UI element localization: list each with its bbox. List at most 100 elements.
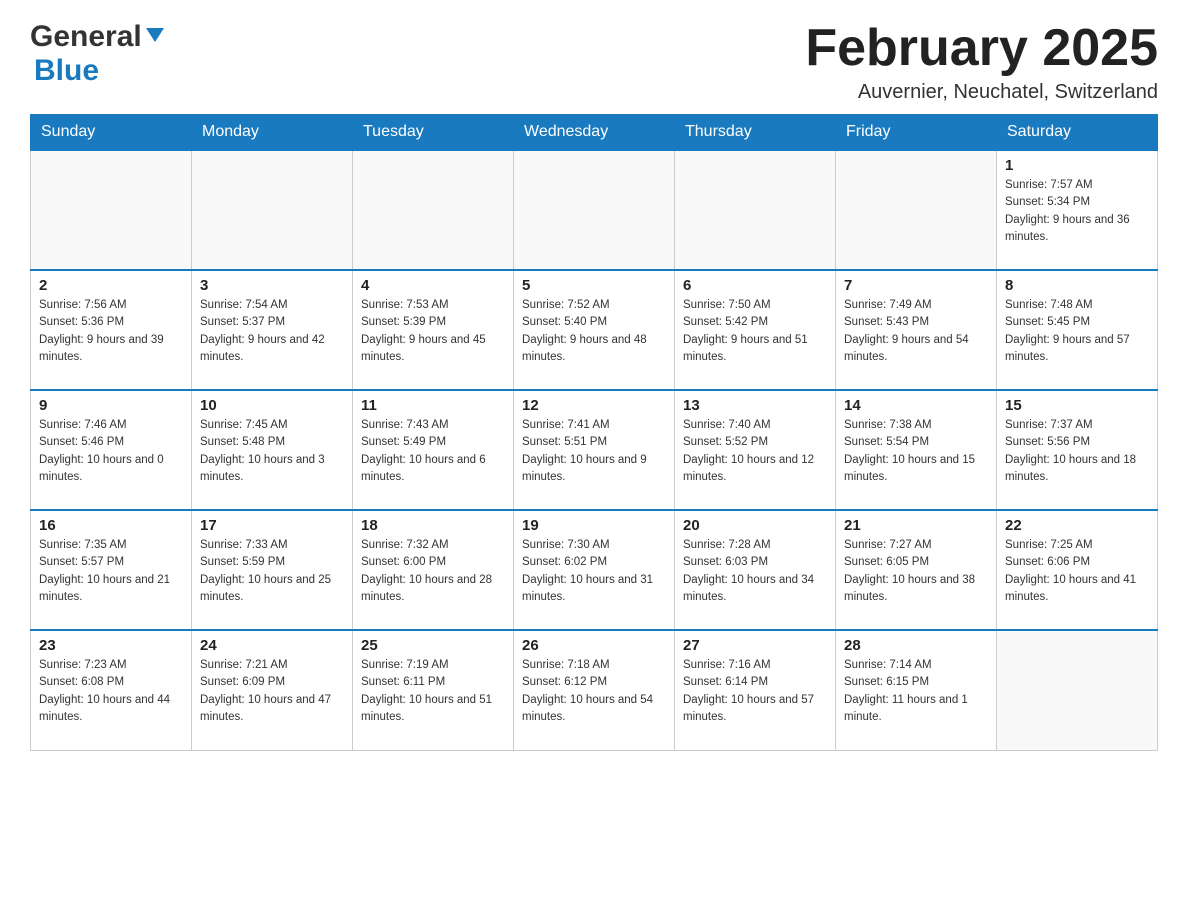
day-number: 12 <box>522 397 666 414</box>
calendar-cell: 1 Sunrise: 7:57 AMSunset: 5:34 PMDaylight… <box>997 150 1158 270</box>
calendar-cell: 20 Sunrise: 7:28 AMSunset: 6:03 PMDayligh… <box>675 510 836 630</box>
calendar-cell: 23 Sunrise: 7:23 AMSunset: 6:08 PMDayligh… <box>31 630 192 750</box>
day-number: 26 <box>522 637 666 654</box>
calendar-cell: 24 Sunrise: 7:21 AMSunset: 6:09 PMDayligh… <box>192 630 353 750</box>
day-info: Sunrise: 7:18 AMSunset: 6:12 PMDaylight:… <box>522 657 666 726</box>
day-number: 25 <box>361 637 505 654</box>
logo-general-text: General <box>30 20 142 54</box>
day-number: 20 <box>683 517 827 534</box>
day-info: Sunrise: 7:45 AMSunset: 5:48 PMDaylight:… <box>200 417 344 486</box>
col-thursday: Thursday <box>675 115 836 151</box>
day-info: Sunrise: 7:32 AMSunset: 6:00 PMDaylight:… <box>361 537 505 606</box>
day-number: 8 <box>1005 277 1149 294</box>
calendar-cell: 27 Sunrise: 7:16 AMSunset: 6:14 PMDayligh… <box>675 630 836 750</box>
calendar-cell: 17 Sunrise: 7:33 AMSunset: 5:59 PMDayligh… <box>192 510 353 630</box>
day-info: Sunrise: 7:49 AMSunset: 5:43 PMDaylight:… <box>844 297 988 366</box>
day-info: Sunrise: 7:35 AMSunset: 5:57 PMDaylight:… <box>39 537 183 606</box>
day-number: 24 <box>200 637 344 654</box>
day-info: Sunrise: 7:16 AMSunset: 6:14 PMDaylight:… <box>683 657 827 726</box>
day-info: Sunrise: 7:14 AMSunset: 6:15 PMDaylight:… <box>844 657 988 726</box>
day-number: 7 <box>844 277 988 294</box>
calendar-cell: 28 Sunrise: 7:14 AMSunset: 6:15 PMDayligh… <box>836 630 997 750</box>
day-number: 19 <box>522 517 666 534</box>
day-info: Sunrise: 7:52 AMSunset: 5:40 PMDaylight:… <box>522 297 666 366</box>
location-text: Auvernier, Neuchatel, Switzerland <box>805 81 1158 104</box>
calendar-cell <box>514 150 675 270</box>
calendar-cell <box>836 150 997 270</box>
calendar-cell: 10 Sunrise: 7:45 AMSunset: 5:48 PMDayligh… <box>192 390 353 510</box>
page-header: General Blue February 2025 Auvernier, Ne… <box>30 20 1158 104</box>
calendar-cell: 3 Sunrise: 7:54 AMSunset: 5:37 PMDaylight… <box>192 270 353 390</box>
day-info: Sunrise: 7:23 AMSunset: 6:08 PMDaylight:… <box>39 657 183 726</box>
logo-blue-text: Blue <box>34 54 99 87</box>
calendar-cell: 12Sunrise: 7:41 AMSunset: 5:51 PMDayligh… <box>514 390 675 510</box>
month-title: February 2025 <box>805 20 1158 77</box>
col-sunday: Sunday <box>31 115 192 151</box>
calendar-header-row: Sunday Monday Tuesday Wednesday Thursday… <box>31 115 1158 151</box>
day-info: Sunrise: 7:50 AMSunset: 5:42 PMDaylight:… <box>683 297 827 366</box>
day-info: Sunrise: 7:38 AMSunset: 5:54 PMDaylight:… <box>844 417 988 486</box>
calendar-cell: 8Sunrise: 7:48 AMSunset: 5:45 PMDaylight… <box>997 270 1158 390</box>
day-info: Sunrise: 7:57 AMSunset: 5:34 PMDaylight:… <box>1005 177 1149 246</box>
title-block: February 2025 Auvernier, Neuchatel, Swit… <box>805 20 1158 104</box>
week-row-5: 23 Sunrise: 7:23 AMSunset: 6:08 PMDayligh… <box>31 630 1158 750</box>
day-number: 1 <box>1005 157 1149 174</box>
day-number: 2 <box>39 277 183 294</box>
day-number: 28 <box>844 637 988 654</box>
day-info: Sunrise: 7:28 AMSunset: 6:03 PMDaylight:… <box>683 537 827 606</box>
week-row-1: 1 Sunrise: 7:57 AMSunset: 5:34 PMDaylight… <box>31 150 1158 270</box>
calendar-cell: 22 Sunrise: 7:25 AMSunset: 6:06 PMDayligh… <box>997 510 1158 630</box>
calendar-cell: 4Sunrise: 7:53 AMSunset: 5:39 PMDaylight… <box>353 270 514 390</box>
day-info: Sunrise: 7:43 AMSunset: 5:49 PMDaylight:… <box>361 417 505 486</box>
day-number: 17 <box>200 517 344 534</box>
calendar-cell <box>997 630 1158 750</box>
day-number: 16 <box>39 517 183 534</box>
day-info: Sunrise: 7:56 AMSunset: 5:36 PMDaylight:… <box>39 297 183 366</box>
day-number: 10 <box>200 397 344 414</box>
day-number: 15 <box>1005 397 1149 414</box>
calendar-cell: 11 Sunrise: 7:43 AMSunset: 5:49 PMDayligh… <box>353 390 514 510</box>
calendar-cell: 7 Sunrise: 7:49 AMSunset: 5:43 PMDaylight… <box>836 270 997 390</box>
calendar-cell: 16 Sunrise: 7:35 AMSunset: 5:57 PMDayligh… <box>31 510 192 630</box>
day-number: 14 <box>844 397 988 414</box>
calendar-cell <box>675 150 836 270</box>
day-number: 13 <box>683 397 827 414</box>
col-tuesday: Tuesday <box>353 115 514 151</box>
day-info: Sunrise: 7:53 AMSunset: 5:39 PMDaylight:… <box>361 297 505 366</box>
calendar-cell: 13Sunrise: 7:40 AMSunset: 5:52 PMDayligh… <box>675 390 836 510</box>
day-info: Sunrise: 7:27 AMSunset: 6:05 PMDaylight:… <box>844 537 988 606</box>
calendar-cell: 9 Sunrise: 7:46 AMSunset: 5:46 PMDaylight… <box>31 390 192 510</box>
calendar-cell: 21 Sunrise: 7:27 AMSunset: 6:05 PMDayligh… <box>836 510 997 630</box>
calendar-table: Sunday Monday Tuesday Wednesday Thursday… <box>30 114 1158 751</box>
day-number: 5 <box>522 277 666 294</box>
logo: General Blue <box>30 20 166 88</box>
day-number: 11 <box>361 397 505 414</box>
calendar-cell: 26 Sunrise: 7:18 AMSunset: 6:12 PMDayligh… <box>514 630 675 750</box>
col-saturday: Saturday <box>997 115 1158 151</box>
day-number: 9 <box>39 397 183 414</box>
day-number: 6 <box>683 277 827 294</box>
calendar-cell: 2 Sunrise: 7:56 AMSunset: 5:36 PMDaylight… <box>31 270 192 390</box>
day-info: Sunrise: 7:37 AMSunset: 5:56 PMDaylight:… <box>1005 417 1149 486</box>
calendar-cell: 6 Sunrise: 7:50 AMSunset: 5:42 PMDaylight… <box>675 270 836 390</box>
day-info: Sunrise: 7:21 AMSunset: 6:09 PMDaylight:… <box>200 657 344 726</box>
calendar-cell: 25Sunrise: 7:19 AMSunset: 6:11 PMDayligh… <box>353 630 514 750</box>
week-row-2: 2 Sunrise: 7:56 AMSunset: 5:36 PMDaylight… <box>31 270 1158 390</box>
calendar-cell <box>192 150 353 270</box>
day-number: 22 <box>1005 517 1149 534</box>
day-info: Sunrise: 7:30 AMSunset: 6:02 PMDaylight:… <box>522 537 666 606</box>
day-number: 21 <box>844 517 988 534</box>
calendar-cell: 18 Sunrise: 7:32 AMSunset: 6:00 PMDayligh… <box>353 510 514 630</box>
day-info: Sunrise: 7:46 AMSunset: 5:46 PMDaylight:… <box>39 417 183 486</box>
day-number: 3 <box>200 277 344 294</box>
day-info: Sunrise: 7:25 AMSunset: 6:06 PMDaylight:… <box>1005 537 1149 606</box>
day-info: Sunrise: 7:54 AMSunset: 5:37 PMDaylight:… <box>200 297 344 366</box>
day-number: 18 <box>361 517 505 534</box>
day-number: 27 <box>683 637 827 654</box>
week-row-4: 16 Sunrise: 7:35 AMSunset: 5:57 PMDayligh… <box>31 510 1158 630</box>
day-info: Sunrise: 7:33 AMSunset: 5:59 PMDaylight:… <box>200 537 344 606</box>
day-number: 23 <box>39 637 183 654</box>
calendar-cell: 15 Sunrise: 7:37 AMSunset: 5:56 PMDayligh… <box>997 390 1158 510</box>
calendar-cell: 14 Sunrise: 7:38 AMSunset: 5:54 PMDayligh… <box>836 390 997 510</box>
logo-arrow-icon <box>144 24 166 51</box>
